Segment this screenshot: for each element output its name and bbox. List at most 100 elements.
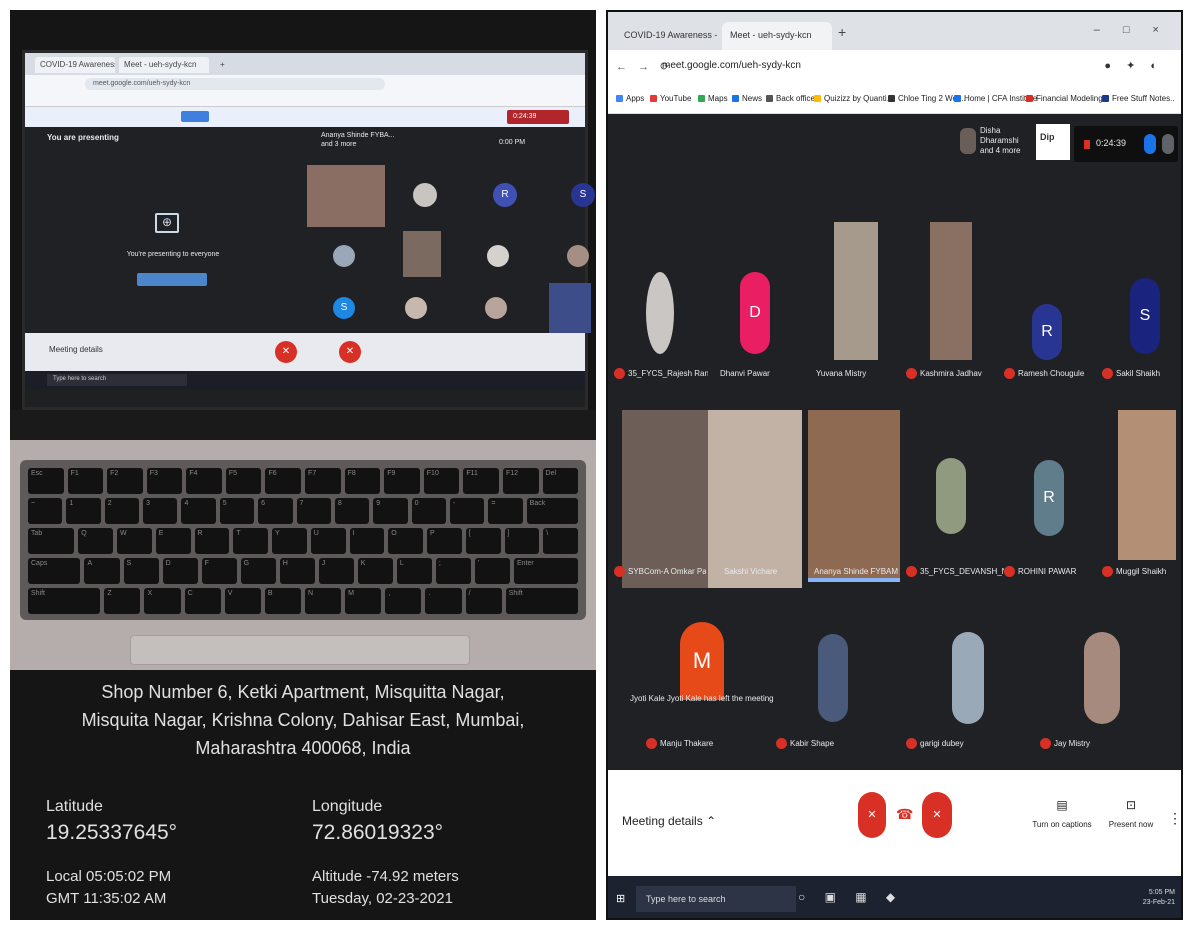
laptop-photo-tile — [413, 183, 437, 207]
laptop-meeting-details[interactable]: Meeting details — [49, 345, 103, 354]
bookmark-free-stuff[interactable]: Free Stuff Notes.. — [1102, 94, 1175, 103]
present-label: Present now — [1108, 820, 1154, 829]
more-options-icon[interactable]: ⋮ — [1168, 810, 1181, 827]
presenter-more: and 4 more — [980, 146, 1021, 155]
laptop-photo-tile — [487, 245, 509, 267]
bookmark-financial-modeling[interactable]: Financial Modeling.. — [1026, 94, 1107, 103]
bookmark-label: Maps — [708, 94, 728, 103]
taskbar-search-input[interactable]: Type here to search — [636, 886, 796, 912]
mic-off-icon — [614, 566, 625, 577]
youtube-icon — [650, 95, 657, 103]
participant-name: Manju Thakare — [660, 739, 714, 748]
chevron-up-icon: ⌃ — [706, 814, 717, 828]
key: F1 — [67, 468, 104, 494]
key: . — [425, 588, 462, 614]
key: F7 — [305, 468, 341, 494]
laptop-video-tile — [307, 165, 385, 227]
meeting-details-button[interactable]: Meeting details ⌃ — [622, 814, 716, 828]
bookmark-maps[interactable]: Maps — [698, 94, 728, 103]
tab-covid-awareness[interactable]: COVID-19 Awareness - Google — [616, 22, 720, 50]
windows-taskbar: ⊞ Type here to search ○ ▣ ▦ ◆ 5:05 PM 23… — [608, 876, 1181, 918]
participant-photo — [936, 458, 966, 534]
bookmark-news[interactable]: News — [732, 94, 762, 103]
bookmark-apps[interactable]: Apps — [616, 94, 644, 103]
camera-toggle-button[interactable]: ✕ — [922, 792, 952, 838]
you-are-presenting-label: You are presenting — [47, 133, 119, 142]
laptop-taskbar: Type here to search — [25, 371, 585, 389]
laptop-photo-tile — [405, 297, 427, 319]
participant-name: Jay Mistry — [1054, 739, 1090, 748]
key: [ — [465, 528, 501, 554]
mic-toggle-button[interactable]: ✕ — [858, 792, 886, 838]
laptop-mic-off-button[interactable]: ✕ — [275, 341, 297, 363]
participant-avatar: S — [1130, 278, 1160, 354]
key: 1 — [66, 498, 101, 524]
presenter-name: Disha Dharamshi — [980, 126, 1019, 145]
bookmark-youtube[interactable]: YouTube — [650, 94, 691, 103]
mic-off-icon — [906, 738, 917, 749]
laptop-taskbar-search[interactable]: Type here to search — [47, 374, 187, 386]
key: , — [385, 588, 422, 614]
left-meeting-notification: Jyoti Kale Jyoti Kale has left the meeti… — [630, 694, 774, 703]
quizizz-icon — [814, 95, 821, 103]
new-tab-button[interactable]: + — [838, 24, 846, 40]
participant-name: SYBCom-A Omkar Patil — [628, 567, 706, 576]
mic-level-icon — [1144, 134, 1156, 154]
laptop-url-bar[interactable]: meet.google.com/ueh-sydy-kcn — [85, 78, 385, 90]
laptop-meet-controls: Meeting details ✕ ✕ — [25, 333, 585, 371]
recording-time: 0:24:39 — [1096, 138, 1127, 148]
key: Esc — [28, 468, 64, 494]
laptop-screen: COVID-19 Awareness - Google Meet - ueh-s… — [22, 50, 595, 410]
free-stuff-icon — [1102, 95, 1109, 103]
key: F3 — [146, 468, 183, 494]
taskbar-app-icons[interactable]: ○ ▣ ▦ ◆ — [798, 890, 903, 904]
stop-presenting-button[interactable] — [137, 273, 207, 286]
participant-photo — [952, 632, 984, 724]
tab-meet[interactable]: Meet - ueh-sydy-kcn — [722, 22, 832, 50]
key: 7 — [296, 498, 331, 524]
address-line: Shop Number 6, Ketki Apartment, Misquitt… — [101, 682, 505, 702]
gmt-time: GMT 11:35:02 AM — [46, 890, 167, 907]
laptop-bezel — [10, 410, 596, 440]
key: T — [233, 528, 268, 554]
url-bar[interactable]: meet.google.com/ueh-sydy-kcn — [662, 60, 801, 71]
captions-button[interactable]: ▤ Turn on captions — [1032, 798, 1092, 829]
presenter-indicator[interactable]: Disha Dharamshi and 4 more — [958, 122, 1036, 160]
window-controls[interactable]: – □ × — [1094, 24, 1169, 36]
laptop-cam-off-button[interactable]: ✕ — [339, 341, 361, 363]
bookmark-back-office[interactable]: Back office — [766, 94, 815, 103]
bookmark-cfa[interactable]: Home | CFA Institute — [954, 94, 1037, 103]
key: F9 — [384, 468, 420, 494]
latitude-label: Latitude — [46, 798, 103, 815]
presentation-preview[interactable]: Dip — [1036, 124, 1070, 160]
participant-photo — [818, 634, 848, 722]
laptop-keyboard-deck: Esc F1 F2 F3 F4 F5 F6 F7 F8 F9 F10 F11 F… — [10, 440, 596, 670]
keyboard-row: ~ 1 2 3 4 5 6 7 8 9 0 - = Back — [28, 498, 579, 524]
key: 8 — [334, 498, 370, 524]
laptop-blue-button[interactable] — [181, 111, 209, 122]
laptop-new-tab-button[interactable]: + — [215, 57, 231, 73]
keyboard-row: Esc F1 F2 F3 F4 F5 F6 F7 F8 F9 F10 F11 F… — [28, 468, 579, 494]
extension-icons[interactable]: ● ✦ ◐ — [1104, 59, 1163, 72]
cfa-icon — [954, 95, 961, 103]
key: G — [240, 558, 276, 584]
taskbar-clock: 5:05 PM 23-Feb-21 — [1143, 888, 1175, 908]
mic-off-icon — [1040, 738, 1051, 749]
participant-video — [834, 222, 878, 360]
key: N — [305, 588, 342, 614]
mic-off-icon — [646, 738, 657, 749]
key: F4 — [186, 468, 222, 494]
keyboard-row: Caps A S D F G H J K L ; ' Enter — [28, 558, 579, 584]
windows-start-icon[interactable]: ⊞ — [616, 892, 630, 906]
bookmark-apps-icon — [616, 95, 623, 103]
present-now-button[interactable]: ⊡ Present now — [1106, 798, 1156, 829]
key: S — [123, 558, 159, 584]
participant-name: ROHINI PAWAR — [1018, 567, 1077, 576]
participant-avatar: R — [1032, 304, 1062, 360]
laptop-tab-meet[interactable]: Meet - ueh-sydy-kcn — [119, 57, 209, 73]
laptop-tab-covid[interactable]: COVID-19 Awareness - Google — [35, 57, 115, 73]
leave-call-button[interactable]: ☎ — [896, 806, 913, 822]
date: Tuesday, 02-23-2021 — [312, 890, 453, 907]
key: Tab — [28, 528, 75, 554]
bookmark-quizizz[interactable]: Quizizz by Quanti.. — [814, 94, 891, 103]
